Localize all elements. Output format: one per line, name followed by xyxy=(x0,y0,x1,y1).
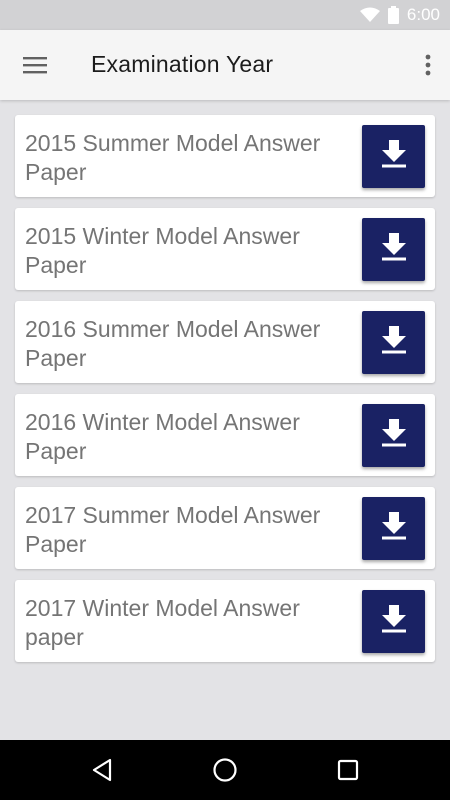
paper-list: 2015 Summer Model Answer Paper 2015 Wint… xyxy=(15,115,435,673)
download-icon xyxy=(381,140,407,173)
paper-label: 2016 Winter Model Answer Paper xyxy=(25,409,300,464)
download-button[interactable] xyxy=(362,590,425,653)
download-icon xyxy=(381,326,407,359)
download-button[interactable] xyxy=(362,311,425,374)
app-bar: Examination Year xyxy=(0,30,450,100)
download-icon xyxy=(381,605,407,638)
paper-card[interactable]: 2015 Summer Model Answer Paper xyxy=(15,115,435,197)
paper-label: 2017 Summer Model Answer Paper xyxy=(25,502,321,557)
download-button[interactable] xyxy=(362,404,425,467)
paper-card[interactable]: 2015 Winter Model Answer Paper xyxy=(15,208,435,290)
hamburger-menu-icon[interactable] xyxy=(18,50,52,80)
more-vertical-icon[interactable] xyxy=(420,50,436,80)
paper-card[interactable]: 2017 Summer Model Answer Paper xyxy=(15,487,435,569)
download-button[interactable] xyxy=(362,218,425,281)
paper-label: 2015 Winter Model Answer Paper xyxy=(25,223,300,278)
paper-label: 2016 Summer Model Answer Paper xyxy=(25,316,321,371)
wifi-icon xyxy=(359,7,380,23)
paper-label: 2015 Summer Model Answer Paper xyxy=(25,130,321,185)
navigation-bar xyxy=(0,740,450,800)
download-icon xyxy=(381,512,407,545)
download-icon xyxy=(381,419,407,452)
battery-icon xyxy=(387,6,399,24)
paper-card[interactable]: 2017 Winter Model Answer paper xyxy=(15,580,435,662)
download-icon xyxy=(381,233,407,266)
home-icon[interactable] xyxy=(205,750,245,790)
download-button[interactable] xyxy=(362,125,425,188)
page-title: Examination Year xyxy=(91,51,274,77)
paper-card[interactable]: 2016 Winter Model Answer Paper xyxy=(15,394,435,476)
status-time: 6:00 xyxy=(406,5,440,24)
download-button[interactable] xyxy=(362,497,425,560)
recents-icon[interactable] xyxy=(328,750,368,790)
paper-label: 2017 Winter Model Answer paper xyxy=(25,595,300,650)
back-icon[interactable] xyxy=(82,750,122,790)
paper-card[interactable]: 2016 Summer Model Answer Paper xyxy=(15,301,435,383)
status-bar: 6:00 xyxy=(0,0,450,30)
